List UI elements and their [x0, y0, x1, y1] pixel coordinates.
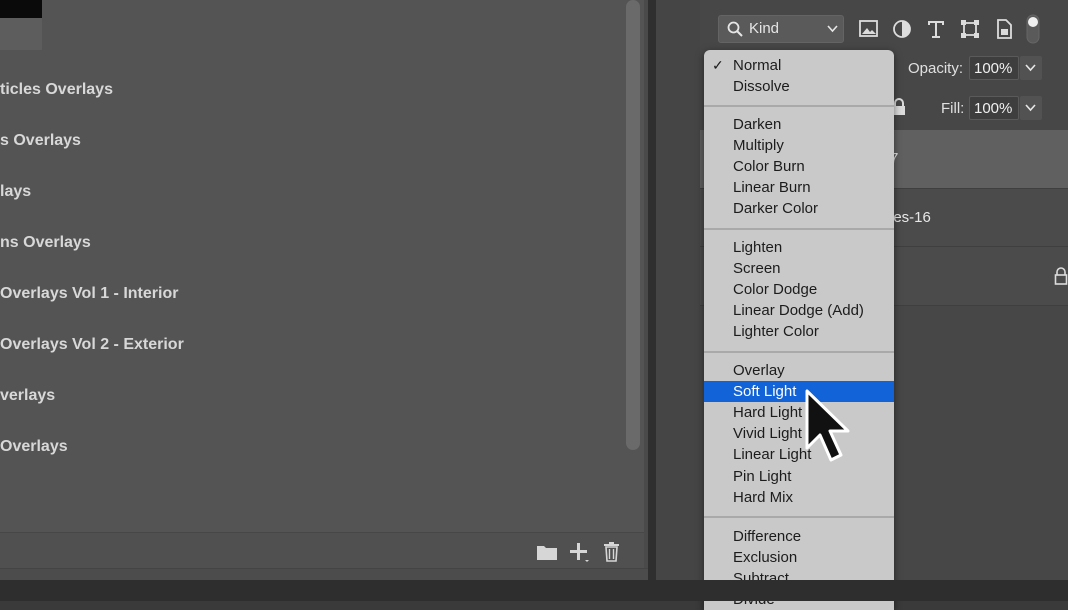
shape-filter-icon[interactable] — [959, 18, 981, 40]
library-item[interactable]: ns Overlays — [0, 231, 91, 255]
menu-separator — [704, 105, 894, 107]
opacity-label: Opacity: — [908, 60, 964, 77]
blend-mode-normal[interactable]: Normal — [704, 55, 894, 76]
add-icon[interactable] — [568, 541, 590, 563]
thumbnail[interactable] — [0, 0, 42, 18]
adjustment-filter-icon[interactable] — [891, 18, 913, 40]
opacity-input[interactable]: 100% — [969, 56, 1019, 80]
folder-icon[interactable] — [536, 541, 558, 563]
blend-mode-overlay[interactable]: Overlay — [704, 360, 894, 381]
library-panel: ticles Overlays s Overlays lays ns Overl… — [0, 0, 648, 581]
blend-mode-linear-dodge[interactable]: Linear Dodge (Add) — [704, 300, 894, 321]
blend-mode-pin-light[interactable]: Pin Light — [704, 466, 894, 487]
menu-separator — [704, 351, 894, 353]
mouse-pointer-icon — [805, 389, 850, 462]
blend-mode-dissolve[interactable]: Dissolve — [704, 76, 894, 97]
type-filter-icon[interactable] — [925, 18, 947, 40]
library-item[interactable]: ticles Overlays — [0, 78, 113, 102]
blend-mode-exclusion[interactable]: Exclusion — [704, 547, 894, 568]
status-strip — [0, 580, 1068, 601]
image-filter-icon[interactable] — [858, 18, 880, 40]
library-item[interactable]: Overlays Vol 1 - Interior — [0, 282, 178, 306]
blend-mode-soft-light[interactable]: Soft Light — [704, 381, 894, 402]
layer-name: les-16 — [890, 209, 931, 226]
chevron-down-icon — [1025, 104, 1036, 112]
blend-mode-darker-color[interactable]: Darker Color — [704, 198, 894, 219]
blend-mode-lighten[interactable]: Lighten — [704, 237, 894, 258]
library-item[interactable]: verlays — [0, 384, 55, 408]
blend-mode-darken[interactable]: Darken — [704, 114, 894, 135]
smart-object-filter-icon[interactable] — [993, 18, 1015, 40]
library-item[interactable]: s Overlays — [0, 129, 81, 153]
panel-divider — [648, 0, 656, 601]
thumbnail-caption — [0, 18, 42, 50]
menu-separator — [704, 516, 894, 518]
library-item[interactable]: Overlays — [0, 435, 68, 459]
chevron-down-icon — [827, 25, 838, 33]
blend-mode-color-burn[interactable]: Color Burn — [704, 156, 894, 177]
lock-icon — [1054, 267, 1068, 285]
blend-mode-multiply[interactable]: Multiply — [704, 135, 894, 156]
blend-mode-menu: ✓ Normal Dissolve Darken Multiply Color … — [704, 50, 894, 610]
blend-mode-vivid-light[interactable]: Vivid Light — [704, 423, 894, 444]
blend-mode-linear-burn[interactable]: Linear Burn — [704, 177, 894, 198]
filter-toggle-icon[interactable] — [1026, 14, 1040, 44]
trash-icon[interactable] — [601, 541, 623, 563]
blend-mode-screen[interactable]: Screen — [704, 258, 894, 279]
lock-icon[interactable] — [892, 98, 906, 116]
blend-mode-hard-light[interactable]: Hard Light — [704, 402, 894, 423]
fill-input[interactable]: 100% — [969, 96, 1019, 120]
library-item[interactable]: lays — [0, 180, 31, 204]
layer-filter-row: Kind — [700, 0, 1068, 48]
menu-separator — [704, 228, 894, 230]
kind-filter-select[interactable]: Kind — [718, 15, 844, 43]
blend-mode-difference[interactable]: Difference — [704, 526, 894, 547]
opacity-dropdown-button[interactable] — [1020, 56, 1042, 80]
panel-gutter — [656, 0, 700, 601]
blend-mode-color-dodge[interactable]: Color Dodge — [704, 279, 894, 300]
chevron-down-icon — [1025, 64, 1036, 72]
blend-mode-linear-light[interactable]: Linear Light — [704, 444, 894, 465]
blend-mode-hard-mix[interactable]: Hard Mix — [704, 487, 894, 508]
search-icon — [727, 21, 743, 37]
fill-dropdown-button[interactable] — [1020, 96, 1042, 120]
fill-label: Fill: — [941, 100, 965, 117]
scrollbar-thumb[interactable] — [626, 0, 640, 450]
kind-filter-label: Kind — [749, 20, 780, 37]
library-item[interactable]: Overlays Vol 2 - Exterior — [0, 333, 184, 357]
blend-mode-lighter-color[interactable]: Lighter Color — [704, 321, 894, 342]
library-toolbar — [0, 532, 644, 569]
